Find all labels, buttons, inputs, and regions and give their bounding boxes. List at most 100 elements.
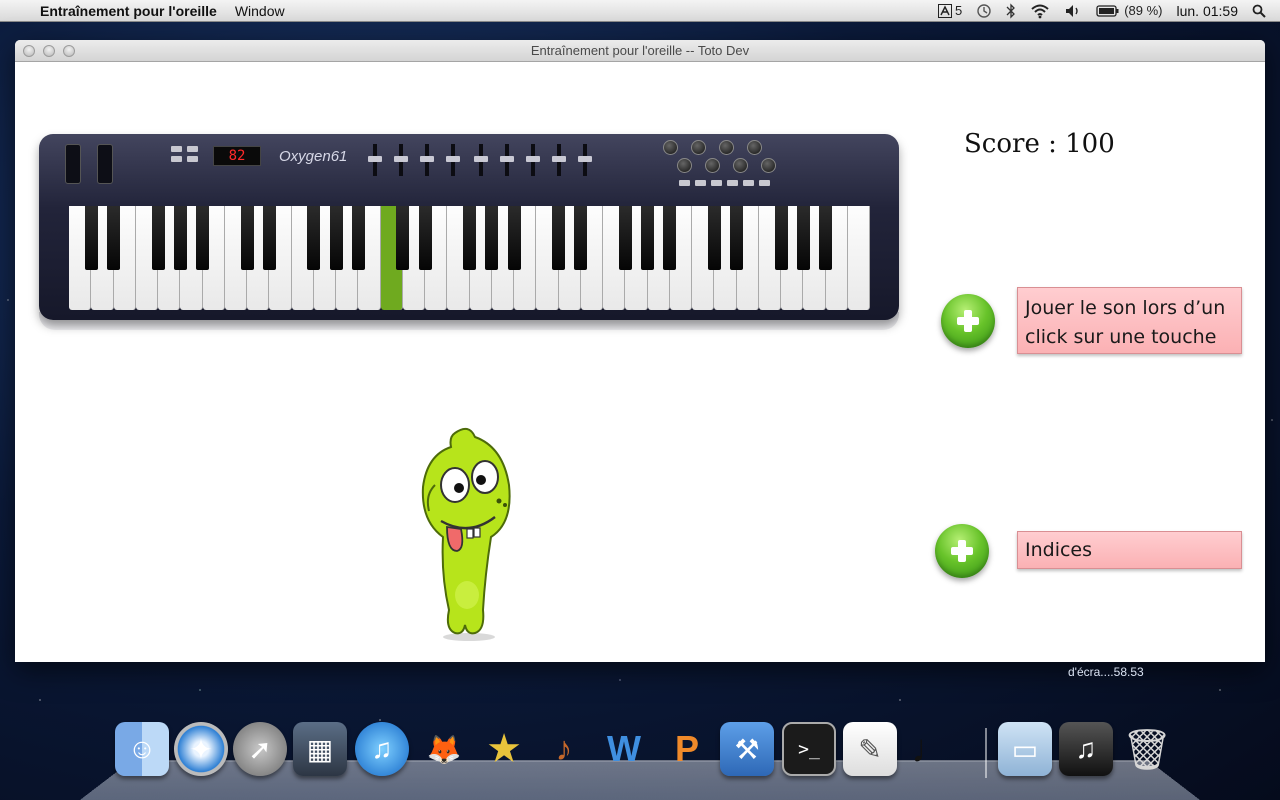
black-key[interactable] <box>196 206 209 270</box>
black-key[interactable] <box>819 206 832 270</box>
minimize-window-button[interactable] <box>43 45 55 57</box>
fader <box>399 144 403 176</box>
desktop-file-label[interactable]: d'écra....58.53 <box>1068 665 1144 679</box>
window-title: Entraînement pour l'oreille -- Toto Dev <box>531 43 749 58</box>
spotlight-search-icon[interactable] <box>1252 3 1266 19</box>
add-play-sound-button[interactable] <box>941 294 995 348</box>
black-key[interactable] <box>508 206 521 270</box>
white-key[interactable] <box>848 206 870 310</box>
fader <box>425 144 429 176</box>
rotary-knob <box>719 140 734 155</box>
black-key[interactable] <box>663 206 676 270</box>
rotary-knob <box>663 140 678 155</box>
black-key[interactable] <box>574 206 587 270</box>
black-key[interactable] <box>463 206 476 270</box>
control-button <box>171 156 182 162</box>
control-button <box>187 146 198 152</box>
pitch-wheel <box>65 144 81 184</box>
transport-button <box>727 180 738 186</box>
window-titlebar[interactable]: Entraînement pour l'oreille -- Toto Dev <box>15 40 1265 62</box>
keyboard-body: 82 Oxygen61 <box>39 134 899 320</box>
bluetooth-icon[interactable] <box>1006 3 1016 19</box>
photo-browser-icon[interactable]: ▦ <box>293 722 347 776</box>
black-key[interactable] <box>396 206 409 270</box>
window-menu[interactable]: Window <box>235 3 285 19</box>
fader <box>583 144 587 176</box>
modulation-wheel <box>97 144 113 184</box>
app-menu[interactable]: Entraînement pour l'oreille <box>40 3 217 19</box>
terminal-icon[interactable]: >_ <box>782 722 836 776</box>
safari-icon[interactable]: ✦ <box>174 722 228 776</box>
control-button <box>187 156 198 162</box>
fader <box>557 144 561 176</box>
window-controls <box>23 45 75 57</box>
black-key[interactable] <box>419 206 432 270</box>
black-key[interactable] <box>641 206 654 270</box>
fader <box>505 144 509 176</box>
score-label: Score : 100 <box>964 129 1115 159</box>
black-key[interactable] <box>85 206 98 270</box>
battery-percent: (89 %) <box>1124 3 1162 18</box>
wifi-icon[interactable] <box>1030 3 1050 19</box>
black-key[interactable] <box>352 206 365 270</box>
black-key[interactable] <box>708 206 721 270</box>
word-icon[interactable]: W <box>597 722 651 776</box>
black-key[interactable] <box>552 206 565 270</box>
black-key[interactable] <box>107 206 120 270</box>
volume-icon[interactable] <box>1064 3 1082 19</box>
hints-option-label: Indices <box>1017 531 1242 569</box>
black-key[interactable] <box>152 206 165 270</box>
dock: ☺ ✦ ➚ ▦ ♫ 🦊 ★ ♪ W P ⚒ >_ ✎ ♩ ▭ ♫ 🗑 <box>110 722 1170 782</box>
black-key[interactable] <box>797 206 810 270</box>
led-display: 82 <box>213 146 261 166</box>
black-key[interactable] <box>775 206 788 270</box>
itunes-icon[interactable]: ♫ <box>355 722 409 776</box>
black-key[interactable] <box>330 206 343 270</box>
rotary-knob <box>747 140 762 155</box>
black-key[interactable] <box>619 206 632 270</box>
add-hints-button[interactable] <box>935 524 989 578</box>
black-key[interactable] <box>730 206 743 270</box>
zoom-window-button[interactable] <box>63 45 75 57</box>
rotary-knob <box>705 158 720 173</box>
dock-separator <box>985 728 987 778</box>
rotary-knob <box>691 140 706 155</box>
fader <box>373 144 377 176</box>
black-key[interactable] <box>485 206 498 270</box>
transport-button <box>679 180 690 186</box>
finder-icon[interactable]: ☺ <box>115 722 169 776</box>
time-machine-icon[interactable] <box>976 3 992 19</box>
menu-clock[interactable]: lun. 01:59 <box>1177 3 1239 19</box>
garageband-icon[interactable]: ♪ <box>537 722 591 776</box>
close-window-button[interactable] <box>23 45 35 57</box>
piano-keys <box>69 206 870 310</box>
midi-keyboard: 82 Oxygen61 <box>39 134 899 320</box>
black-key[interactable] <box>241 206 254 270</box>
gimp-icon[interactable]: 🦊 <box>417 722 471 776</box>
launchpad-icon[interactable]: ➚ <box>233 722 287 776</box>
trash-icon[interactable]: 🗑 <box>1120 722 1174 776</box>
music-stack-icon[interactable]: ♫ <box>1059 722 1113 776</box>
rotary-knob <box>677 158 692 173</box>
black-key[interactable] <box>174 206 187 270</box>
music-note-icon[interactable]: ♩ <box>904 722 958 776</box>
imovie-icon[interactable]: ★ <box>477 722 531 776</box>
transport-button <box>759 180 770 186</box>
xcode-icon[interactable]: ⚒ <box>720 722 774 776</box>
transport-button <box>743 180 754 186</box>
menu-bar: Entraînement pour l'oreille Window 5 (89… <box>0 0 1280 22</box>
transport-button <box>695 180 706 186</box>
adobe-icon[interactable]: 5 <box>938 3 962 19</box>
textedit-icon[interactable]: ✎ <box>843 722 897 776</box>
fader <box>531 144 535 176</box>
fader <box>451 144 455 176</box>
rotary-knob <box>733 158 748 173</box>
downloads-folder-icon[interactable]: ▭ <box>998 722 1052 776</box>
powerpoint-icon[interactable]: P <box>660 722 714 776</box>
black-key[interactable] <box>307 206 320 270</box>
menu-extras: 5 (89 %) lun. 01:59 <box>938 3 1280 19</box>
black-key[interactable] <box>263 206 276 270</box>
app-window: Entraînement pour l'oreille -- Toto Dev … <box>15 40 1265 662</box>
green-monster-mascot <box>411 425 531 645</box>
battery-icon[interactable]: (89 %) <box>1096 3 1162 19</box>
